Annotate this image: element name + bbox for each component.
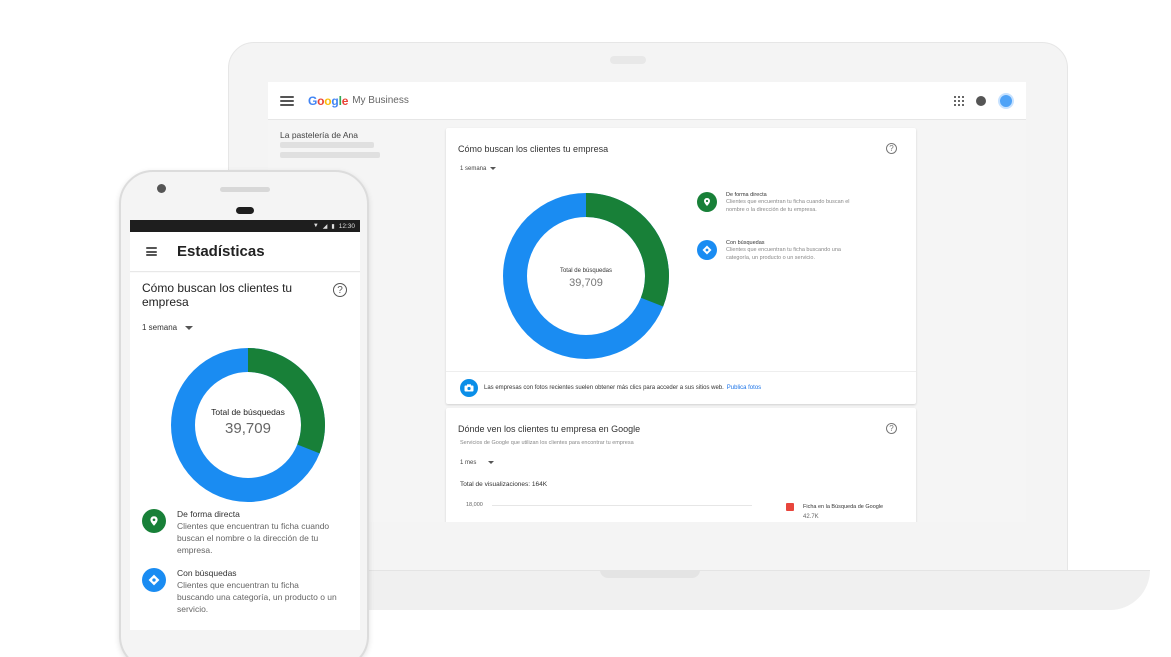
legend-desc: servicio.: [177, 604, 209, 614]
donut-chart: [503, 193, 669, 359]
menu-icon[interactable]: [280, 95, 294, 106]
help-icon[interactable]: ?: [333, 283, 347, 297]
total-views: Total de visualizaciones: 164K: [460, 481, 548, 488]
legend-desc: empresa.: [177, 545, 213, 555]
top-bar: Google My Business: [268, 82, 1026, 120]
legend-desc: buscan el nombre o la dirección de tu: [177, 533, 319, 543]
marketing-composite: Google My Business La pastelería de Ana …: [0, 0, 1171, 657]
sidebar-placeholder-line: [280, 142, 374, 148]
legend-label: Ficha en la Búsqueda de Google: [803, 504, 884, 510]
laptop-camera: [610, 56, 646, 64]
status-time: 12:30: [338, 222, 355, 230]
battery-icon: ▮: [331, 223, 335, 230]
legend-search: Con búsquedas Clientes que encuentran tu…: [142, 568, 337, 615]
legend-desc: Clientes que encuentran tu ficha cuando: [177, 521, 330, 531]
legend-desc: Clientes que encuentran tu ficha cuando …: [726, 199, 850, 205]
camera-icon: [460, 379, 478, 397]
photo-tip-bar: Las empresas con fotos recientes suelen …: [446, 371, 916, 404]
phone-sensor: [157, 184, 166, 193]
chevron-down-icon: [488, 460, 495, 464]
checkbox-icon[interactable]: [786, 503, 794, 511]
menu-icon[interactable]: [146, 247, 157, 256]
wifi-icon: ▼: [312, 223, 319, 229]
signal-icon: ◢: [322, 223, 328, 230]
apps-grid-icon[interactable]: [954, 95, 964, 106]
map-pin-icon: [697, 192, 717, 212]
legend-desc: Clientes que encuentran tu ficha: [177, 580, 299, 590]
status-bar: ▼ ◢ ▮ 12:30: [130, 220, 360, 232]
y-axis-tick: 18,000: [466, 502, 483, 508]
phone-screen: ▼ ◢ ▮ 12:30 Estadísticas Cómo buscan los…: [130, 220, 360, 630]
legend-desc: buscando una categoría, un producto o un: [177, 592, 337, 602]
search-types-card: Cómo buscan los clientes tu empresa ? 1 …: [130, 273, 360, 630]
views-card: Dónde ven los clientes tu empresa en Goo…: [446, 408, 916, 522]
discovery-icon: [697, 240, 717, 260]
publish-photos-link[interactable]: Publica fotos: [727, 385, 761, 391]
period-select[interactable]: 1 mes: [460, 460, 495, 466]
donut-center-value: 39,709: [225, 420, 271, 437]
legend-title: Con búsquedas: [177, 568, 237, 578]
legend-desc: nombre o la dirección de tu empresa.: [726, 207, 817, 213]
laptop-notch: [600, 570, 700, 578]
legend-value: 42.7K: [803, 514, 819, 520]
legend-direct: De forma directa Clientes que encuentran…: [697, 192, 850, 214]
avatar[interactable]: [998, 92, 1014, 109]
legend-desc: categoría, un producto o un servicio.: [726, 255, 815, 261]
chevron-down-icon: [185, 325, 194, 330]
help-icon[interactable]: ?: [886, 423, 897, 434]
legend-title: De forma directa: [177, 509, 240, 519]
map-pin-icon: [142, 509, 166, 533]
business-name: La pastelería de Ana: [280, 130, 358, 140]
photo-tip-text: Las empresas con fotos recientes suelen …: [484, 385, 724, 391]
period-select[interactable]: 1 semana: [142, 323, 194, 332]
period-select[interactable]: 1 semana: [460, 166, 497, 172]
discovery-icon: [142, 568, 166, 592]
card-title: Cómo buscan los clientes tu empresa: [142, 281, 293, 309]
legend-direct: De forma directa Clientes que encuentran…: [142, 509, 329, 556]
sidebar-placeholder-line: [280, 152, 380, 158]
donut-center-label: Total de búsquedas: [211, 407, 285, 417]
donut-center-label: Total de búsquedas: [559, 268, 613, 274]
search-types-card: Cómo buscan los clientes tu empresa ? 1 …: [446, 128, 916, 404]
product-name: My Business: [352, 95, 409, 106]
app-bar: Estadísticas: [130, 232, 360, 272]
page-title: Estadísticas: [177, 243, 265, 260]
card-title: Cómo buscan los clientes tu empresa: [458, 144, 609, 154]
notifications-icon[interactable]: [976, 95, 986, 106]
google-logo: Google: [308, 93, 349, 108]
laptop-screen: Google My Business La pastelería de Ana …: [268, 82, 1026, 522]
card-title: Dónde ven los clientes tu empresa en Goo…: [458, 424, 641, 434]
chevron-down-icon: [490, 166, 497, 170]
legend-search: Con búsquedas Clientes que encuentran tu…: [697, 240, 841, 262]
phone-speaker: [220, 187, 270, 192]
legend-desc: Clientes que encuentran tu ficha buscand…: [726, 247, 841, 253]
card-subtitle: Servicios de Google que utilizan los cli…: [460, 440, 634, 446]
phone-camera: [236, 207, 254, 214]
gridline: [492, 505, 752, 506]
help-icon[interactable]: ?: [886, 143, 897, 154]
donut-center-value: 39,709: [569, 277, 603, 289]
